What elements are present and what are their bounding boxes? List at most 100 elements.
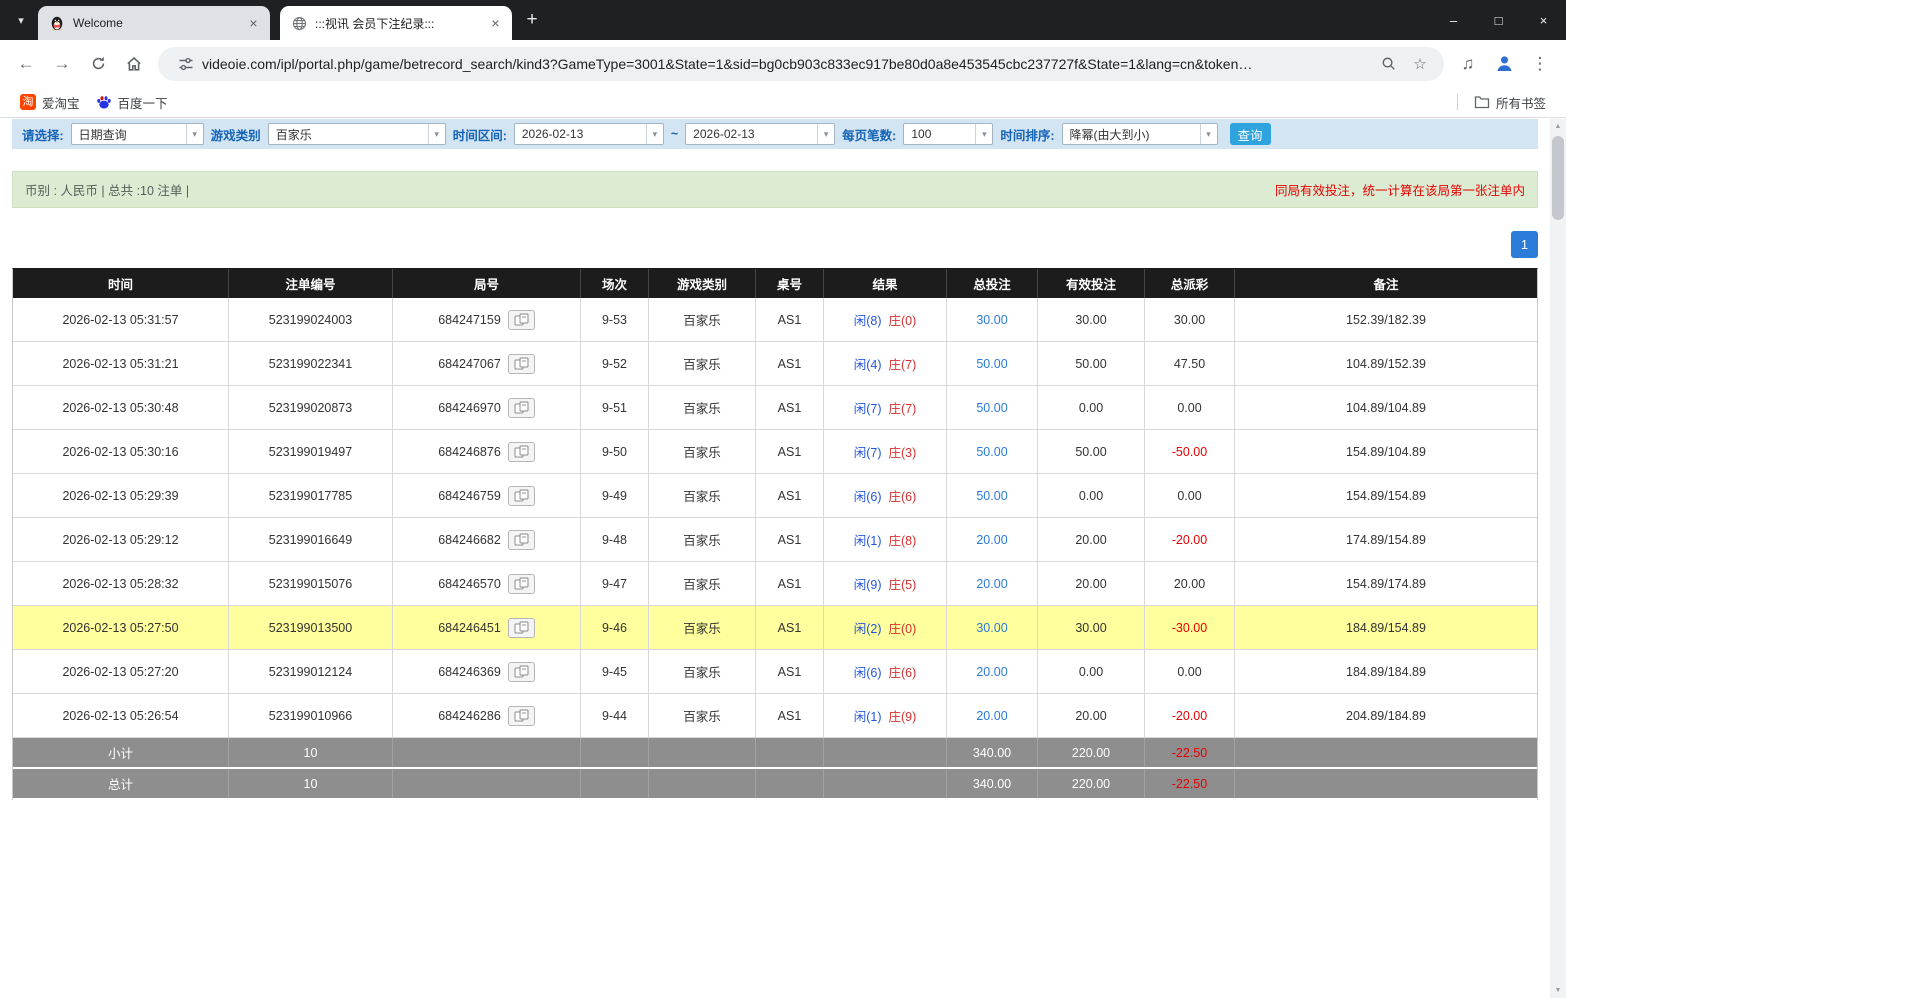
tab-bet-record[interactable]: :::视讯 会员下注纪录::: × [280,6,512,40]
round-number: 684246369 [438,665,501,679]
tab-welcome[interactable]: Welcome × [38,6,270,40]
cell-table: AS1 [756,342,824,385]
banker-result: 庄(9) [889,706,917,725]
date-query-select[interactable]: 日期查询 ▾ [71,123,204,145]
view-game-record-button[interactable] [508,354,535,374]
table-row: 2026-02-13 05:29:12 523199016649 6842466… [13,518,1537,562]
close-button[interactable]: × [1521,0,1566,40]
banker-result: 庄(0) [889,618,917,637]
cell-table: AS1 [756,694,824,737]
scrollbar-thumb[interactable] [1552,136,1564,220]
total-bet-link[interactable]: 20.00 [976,709,1007,723]
refresh-button[interactable] [83,49,113,79]
profile-button[interactable] [1489,49,1519,79]
scroll-down-arrow-icon[interactable]: ▼ [1550,983,1566,998]
total-bet-link[interactable]: 50.00 [976,445,1007,459]
bookmarks-bar: 淘 爱淘宝 百度一下 所有书签 [0,87,1566,118]
date-from-select[interactable]: 2026-02-13 ▾ [514,123,664,145]
view-game-record-button[interactable] [508,662,535,682]
total-bet-link[interactable]: 30.00 [976,621,1007,635]
tab-close-icon[interactable]: × [487,15,504,32]
cards-icon [514,445,529,458]
url-text[interactable]: videoie.com/ipl/portal.php/game/betrecor… [202,56,1372,72]
table-row: 2026-02-13 05:27:20 523199012124 6842463… [13,650,1537,694]
view-game-record-button[interactable] [508,310,535,330]
view-game-record-button[interactable] [508,530,535,550]
cell-result: 闲(1) 庄(8) [824,518,947,561]
search-button[interactable]: 查询 [1230,123,1271,145]
view-game-record-button[interactable] [508,706,535,726]
table-row: 2026-02-13 05:28:32 523199015076 6842465… [13,562,1537,606]
cell-time: 2026-02-13 05:26:54 [13,694,229,737]
back-button[interactable]: ← [11,49,41,79]
total-bet-link[interactable]: 50.00 [976,401,1007,415]
empty-cell [1235,769,1537,798]
view-game-record-button[interactable] [508,398,535,418]
bookmark-star-button[interactable]: ☆ [1407,51,1433,77]
forward-button[interactable]: → [47,49,77,79]
date-to-select[interactable]: 2026-02-13 ▾ [685,123,835,145]
date-to-value: 2026-02-13 [686,127,817,141]
screen: ▾ Welcome × :::视讯 会员下注纪录::: × + – □ × [0,0,1919,998]
cell-bet-id: 523199016649 [229,518,393,561]
minimize-button[interactable]: – [1431,0,1476,40]
total-bet-link[interactable]: 20.00 [976,577,1007,591]
maximize-button[interactable]: □ [1476,0,1521,40]
total-bet-link[interactable]: 20.00 [976,533,1007,547]
cell-note: 204.89/184.89 [1235,694,1537,737]
profile-avatar-icon [1494,53,1515,74]
view-game-record-button[interactable] [508,442,535,462]
total-bet-link[interactable]: 50.00 [976,489,1007,503]
cell-table: AS1 [756,430,824,473]
cell-game-type: 百家乐 [649,650,756,693]
banker-result: 庄(5) [889,574,917,593]
col-bet-id: 注单编号 [229,269,393,298]
empty-cell [824,738,947,767]
menu-button[interactable]: ⋮ [1525,49,1555,79]
scroll-up-arrow-icon[interactable]: ▲ [1550,119,1566,134]
game-type-select[interactable]: 百家乐 ▾ [268,123,446,145]
subtotal-payout: -22.50 [1145,738,1235,767]
cards-icon [514,401,529,414]
cell-bet-id: 523199010966 [229,694,393,737]
cell-result: 闲(7) 庄(7) [824,386,947,429]
player-result: 闲(7) [854,442,882,461]
player-result: 闲(9) [854,574,882,593]
view-game-record-button[interactable] [508,618,535,638]
tab-search-button[interactable]: ▾ [8,7,34,33]
col-payout: 总派彩 [1145,269,1235,298]
page-size-select[interactable]: 100 ▾ [903,123,993,145]
url-bar[interactable]: videoie.com/ipl/portal.php/game/betrecor… [158,47,1444,81]
total-row: 总计 10 340.00 220.00 -22.50 [13,769,1537,800]
total-bet-link[interactable]: 50.00 [976,357,1007,371]
all-bookmarks-button[interactable]: 所有书签 [1466,90,1554,114]
site-settings-button[interactable] [173,51,199,77]
view-game-record-button[interactable] [508,486,535,506]
cell-table: AS1 [756,518,824,561]
window-controls: – □ × [1431,0,1566,40]
bookmark-taobao[interactable]: 淘 爱淘宝 [12,90,88,114]
total-bet-link[interactable]: 20.00 [976,665,1007,679]
cell-result: 闲(7) 庄(3) [824,430,947,473]
home-button[interactable] [119,49,149,79]
cell-bet-id: 523199013500 [229,606,393,649]
bookmark-baidu[interactable]: 百度一下 [88,90,176,114]
view-game-record-button[interactable] [508,574,535,594]
total-bet-link[interactable]: 30.00 [976,313,1007,327]
round-number: 684246570 [438,577,501,591]
page-1-button[interactable]: 1 [1511,231,1538,258]
cell-round: 684246570 [393,562,581,605]
cell-total-bet: 20.00 [947,650,1038,693]
sort-order-select[interactable]: 降幂(由大到小) ▾ [1062,123,1218,145]
total-label: 总计 [13,769,229,798]
vertical-scrollbar[interactable]: ▲ ▼ [1550,119,1566,998]
round-number: 684247067 [438,357,501,371]
media-controls-button[interactable]: ♫ [1453,49,1483,79]
cell-session: 9-51 [581,386,649,429]
tab-close-icon[interactable]: × [245,15,262,32]
new-tab-button[interactable]: + [518,6,546,34]
zoom-button[interactable] [1375,51,1401,77]
cell-payout: 30.00 [1145,298,1235,341]
cell-result: 闲(9) 庄(5) [824,562,947,605]
cell-bet-id: 523199024003 [229,298,393,341]
